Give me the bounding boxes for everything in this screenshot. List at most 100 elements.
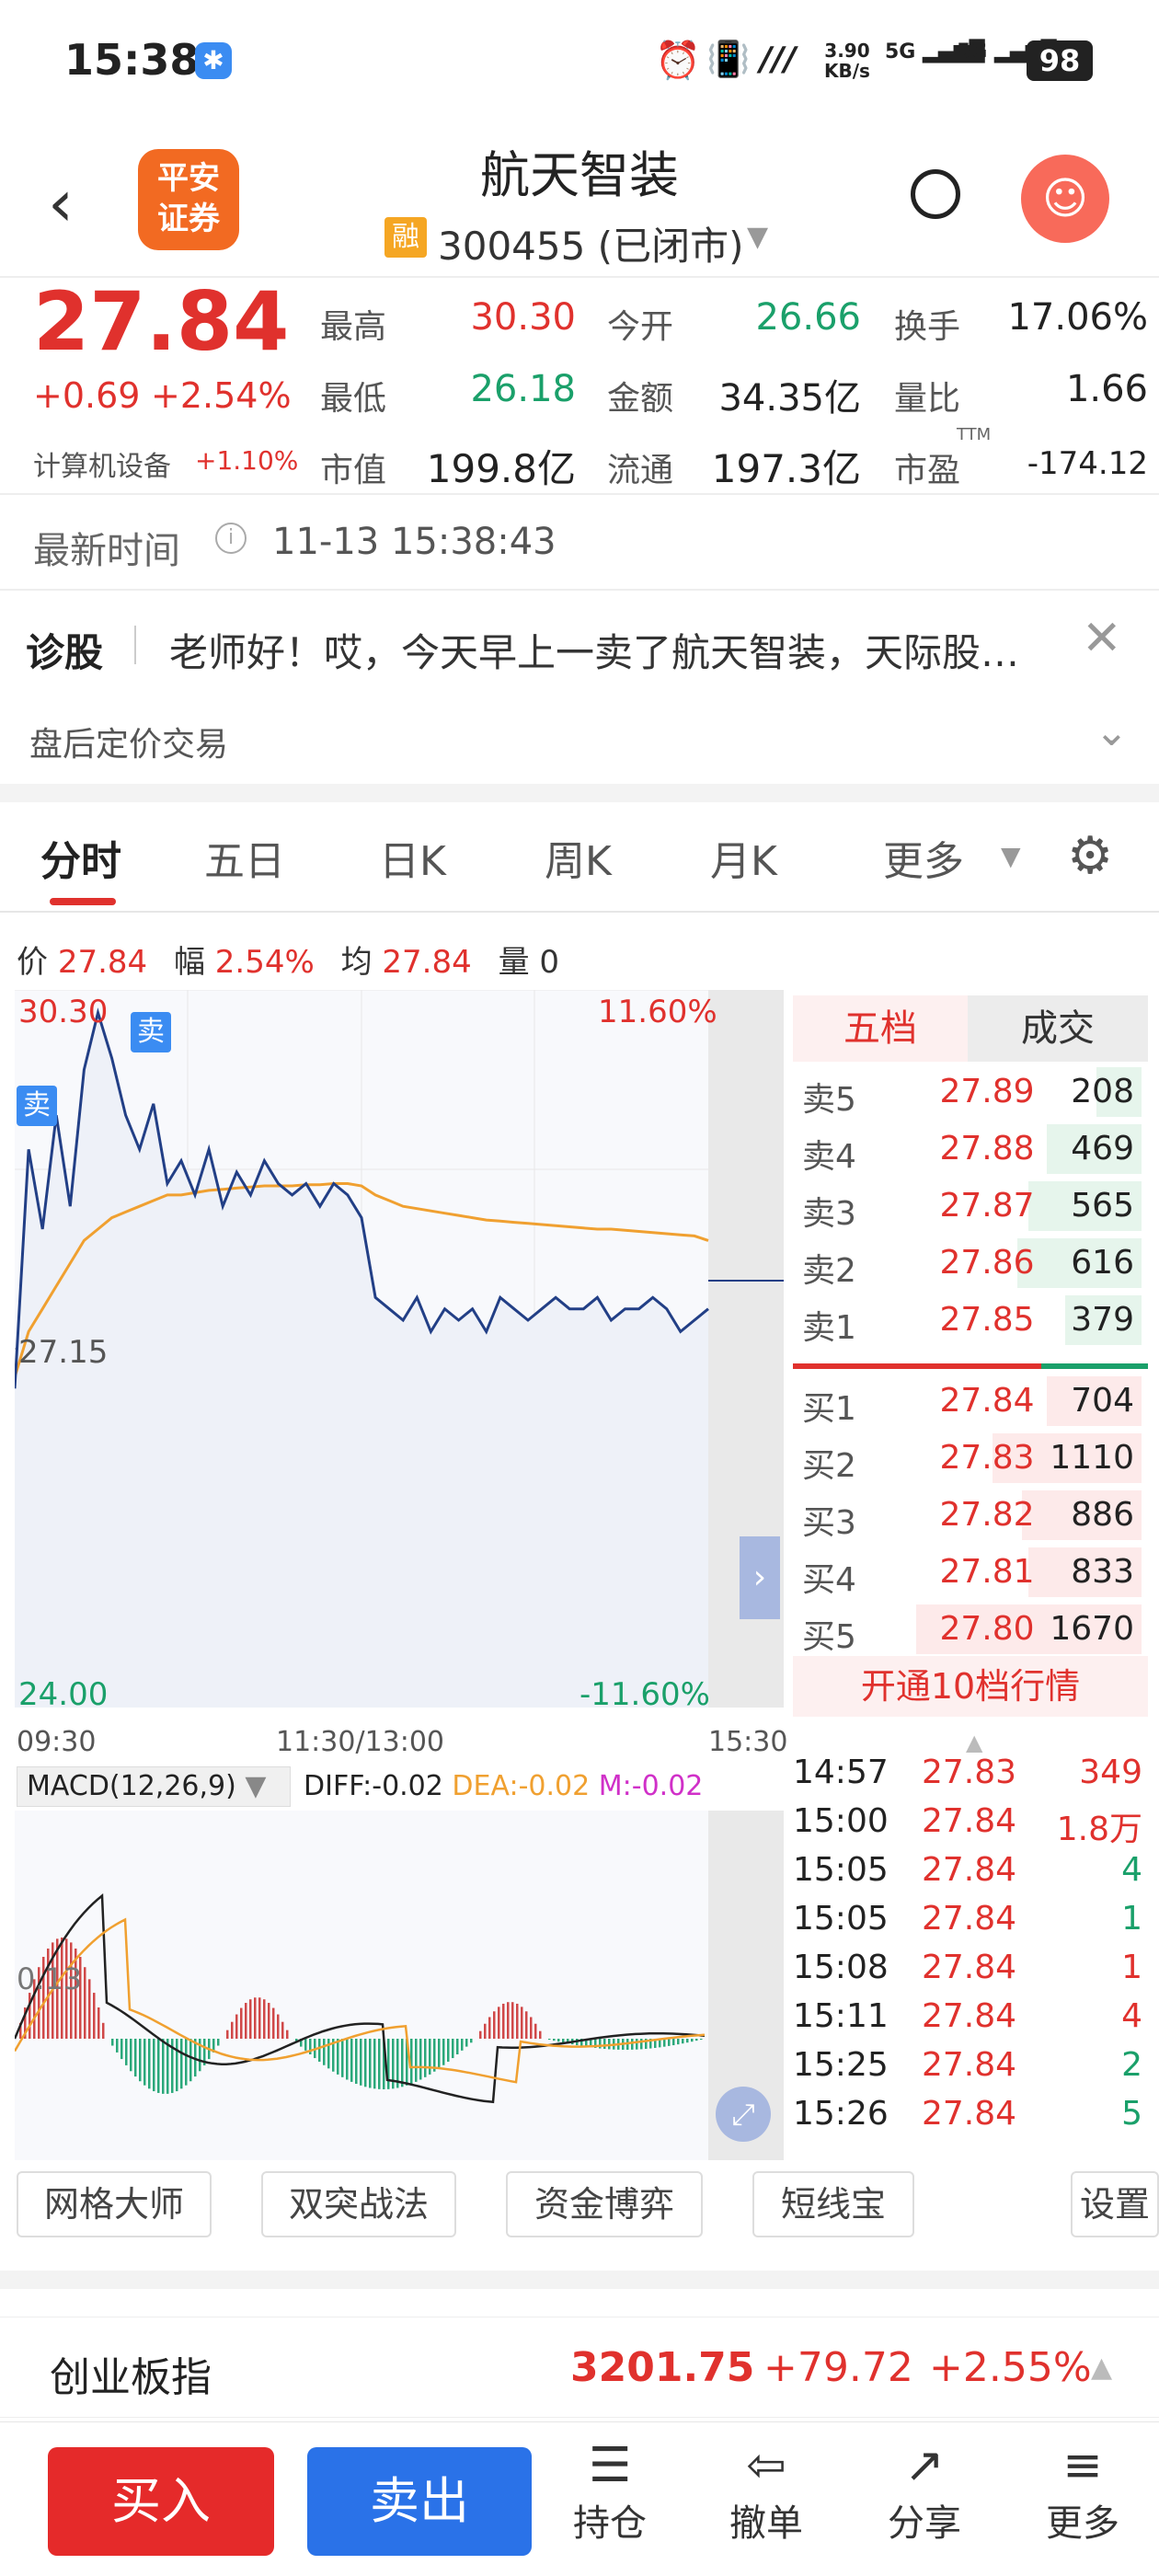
search-icon[interactable] <box>911 169 960 219</box>
diagnose-text[interactable]: 老师好！哎，今天早上一卖了航天智装，天际股… <box>169 622 1080 678</box>
index-value: 3201.75 <box>570 2344 755 2391</box>
tool-grid-master[interactable]: 网格大师 <box>17 2171 212 2237</box>
trade-volume: 2 <box>1121 2046 1142 2084</box>
trade-row: 15:00 27.84 1.8万 <box>793 1799 1142 1848</box>
tab-five-day[interactable]: 五日 <box>204 828 285 887</box>
amount-value: 34.35亿 <box>718 377 861 420</box>
divider <box>0 911 1159 913</box>
order-level-label: 卖5 <box>802 1081 856 1119</box>
tool-double-breakout[interactable]: 双突战法 <box>261 2171 456 2237</box>
tab-monthly-k[interactable]: 月K <box>710 828 777 887</box>
chevron-down-icon[interactable]: ⌄ <box>1095 708 1129 755</box>
chevron-down-icon[interactable]: ▼ <box>747 221 768 253</box>
ask-row[interactable]: 卖1 27.85 379 <box>787 1294 1142 1347</box>
divider <box>134 626 136 664</box>
bid-row[interactable]: 买3 27.82 886 <box>787 1489 1142 1542</box>
macd-bar <box>603 2039 606 2050</box>
sell-marker[interactable]: 卖 <box>131 1012 171 1052</box>
tab-more[interactable]: 更多 <box>883 828 964 887</box>
ask-row[interactable]: 卖2 27.86 616 <box>787 1236 1142 1290</box>
close-icon[interactable]: ✕ <box>1082 611 1122 666</box>
sell-marker[interactable]: 卖 <box>17 1086 57 1126</box>
macd-bar <box>548 2039 551 2041</box>
tab-orderbook[interactable]: 五档 <box>793 995 968 1062</box>
nav-holdings[interactable]: ☰ 持仓 <box>559 2438 660 2547</box>
order-price: 27.88 <box>939 1130 1035 1167</box>
stock-name: 航天智装 <box>480 146 679 204</box>
macd-bar <box>461 2039 464 2051</box>
macd-bar <box>682 2039 684 2044</box>
trade-time: 15:26 <box>793 2095 889 2133</box>
tab-trades[interactable]: 成交 <box>968 995 1148 1062</box>
macd-bar <box>185 2039 188 2086</box>
ask-row[interactable]: 卖4 27.88 469 <box>787 1122 1142 1176</box>
tool-settings[interactable]: 设置 <box>1071 2171 1159 2237</box>
assistant-avatar-icon[interactable]: ☺ <box>1021 155 1109 243</box>
order-volume: 469 <box>1071 1130 1134 1167</box>
trade-row: 15:08 27.84 1 <box>793 1945 1142 1993</box>
order-price: 27.83 <box>939 1439 1035 1477</box>
vibrate-icon: 📳 <box>706 39 751 79</box>
ask-bid-divider <box>793 1363 1041 1369</box>
nav-cancel[interactable]: ⇦ 撤单 <box>716 2438 817 2547</box>
chevron-up-icon[interactable]: ▲ <box>1091 2352 1112 2384</box>
ask-row[interactable]: 卖5 27.89 208 <box>787 1065 1142 1119</box>
macd-bar <box>668 2039 671 2046</box>
fullscreen-icon[interactable]: ⤢ <box>716 2087 771 2142</box>
macd-selector[interactable]: MACD(12,26,9) ▼ <box>17 1766 291 1807</box>
intraday-chart[interactable] <box>15 990 784 1708</box>
macd-bar <box>360 2039 362 2086</box>
more-icon: ≡ <box>1062 2438 1103 2493</box>
gear-icon[interactable]: ⚙ <box>1067 826 1113 886</box>
tab-weekly-k[interactable]: 周K <box>545 828 612 887</box>
sell-button[interactable]: 卖出 <box>307 2447 532 2556</box>
price-change-pct: +2.54% <box>151 375 292 416</box>
y-min-label: 24.00 <box>18 1676 109 1713</box>
turnover-value: 17.06% <box>1007 296 1148 339</box>
trade-volume: 4 <box>1121 1997 1142 2035</box>
tool-fund-game[interactable]: 资金博弈 <box>506 2171 703 2237</box>
order-price: 27.84 <box>939 1382 1035 1420</box>
chart-info-line: 价 27.84 幅 2.54% 均 27.84 量 0 <box>17 944 560 981</box>
order-volume: 833 <box>1071 1553 1134 1591</box>
ask-bid-divider <box>1041 1363 1148 1369</box>
ask-row[interactable]: 卖3 27.87 565 <box>787 1179 1142 1233</box>
macd-bar <box>502 2003 505 2039</box>
nav-more[interactable]: ≡ 更多 <box>1032 2438 1133 2547</box>
vol-ratio-label: 量比 <box>894 380 961 418</box>
back-icon[interactable]: ‹ <box>48 166 74 241</box>
industry-label[interactable]: 计算机设备 <box>33 443 171 484</box>
bid-row[interactable]: 买1 27.84 704 <box>787 1374 1142 1428</box>
bid-row[interactable]: 买2 27.83 1110 <box>787 1432 1142 1485</box>
macd-bar <box>304 2039 307 2051</box>
macd-bar <box>323 2039 326 2065</box>
tool-short-term[interactable]: 短线宝 <box>752 2171 914 2237</box>
trade-volume: 4 <box>1121 1851 1142 1889</box>
order-level-label: 买5 <box>802 1618 856 1656</box>
macd-bar <box>341 2039 344 2077</box>
stock-code-status: 300455 (已闭市) <box>438 224 744 269</box>
macd-bar <box>88 1979 91 2039</box>
buy-button[interactable]: 买入 <box>48 2447 274 2556</box>
tab-intraday[interactable]: 分时 <box>40 828 121 887</box>
diagnose-label: 诊股 <box>26 630 104 675</box>
nav-share[interactable]: ↗ 分享 <box>874 2438 975 2547</box>
bid-row[interactable]: 买4 27.81 833 <box>787 1546 1142 1599</box>
chevron-down-icon[interactable]: ▼ <box>1001 841 1021 871</box>
tab-daily-k[interactable]: 日K <box>379 828 446 887</box>
after-hours-label[interactable]: 盘后定价交易 <box>29 718 228 765</box>
share-icon: ↗ <box>904 2438 945 2493</box>
time-end: 15:30 <box>708 1726 788 1758</box>
index-change: +79.72 <box>763 2344 913 2391</box>
battery-icon: 98 <box>1027 40 1093 81</box>
order-level-label: 卖3 <box>802 1195 856 1233</box>
expand-panel-arrow-icon[interactable]: › <box>740 1536 780 1619</box>
info-icon[interactable]: i <box>215 523 247 554</box>
trade-price: 27.84 <box>922 1802 1017 1840</box>
trade-price: 27.84 <box>922 2046 1017 2084</box>
macd-bar <box>636 2039 638 2050</box>
open-level2-button[interactable]: 开通10档行情 <box>793 1656 1148 1717</box>
macd-chart[interactable] <box>15 1811 784 2160</box>
order-volume: 208 <box>1071 1073 1134 1110</box>
bid-row[interactable]: 买5 27.80 1670 <box>787 1603 1142 1656</box>
